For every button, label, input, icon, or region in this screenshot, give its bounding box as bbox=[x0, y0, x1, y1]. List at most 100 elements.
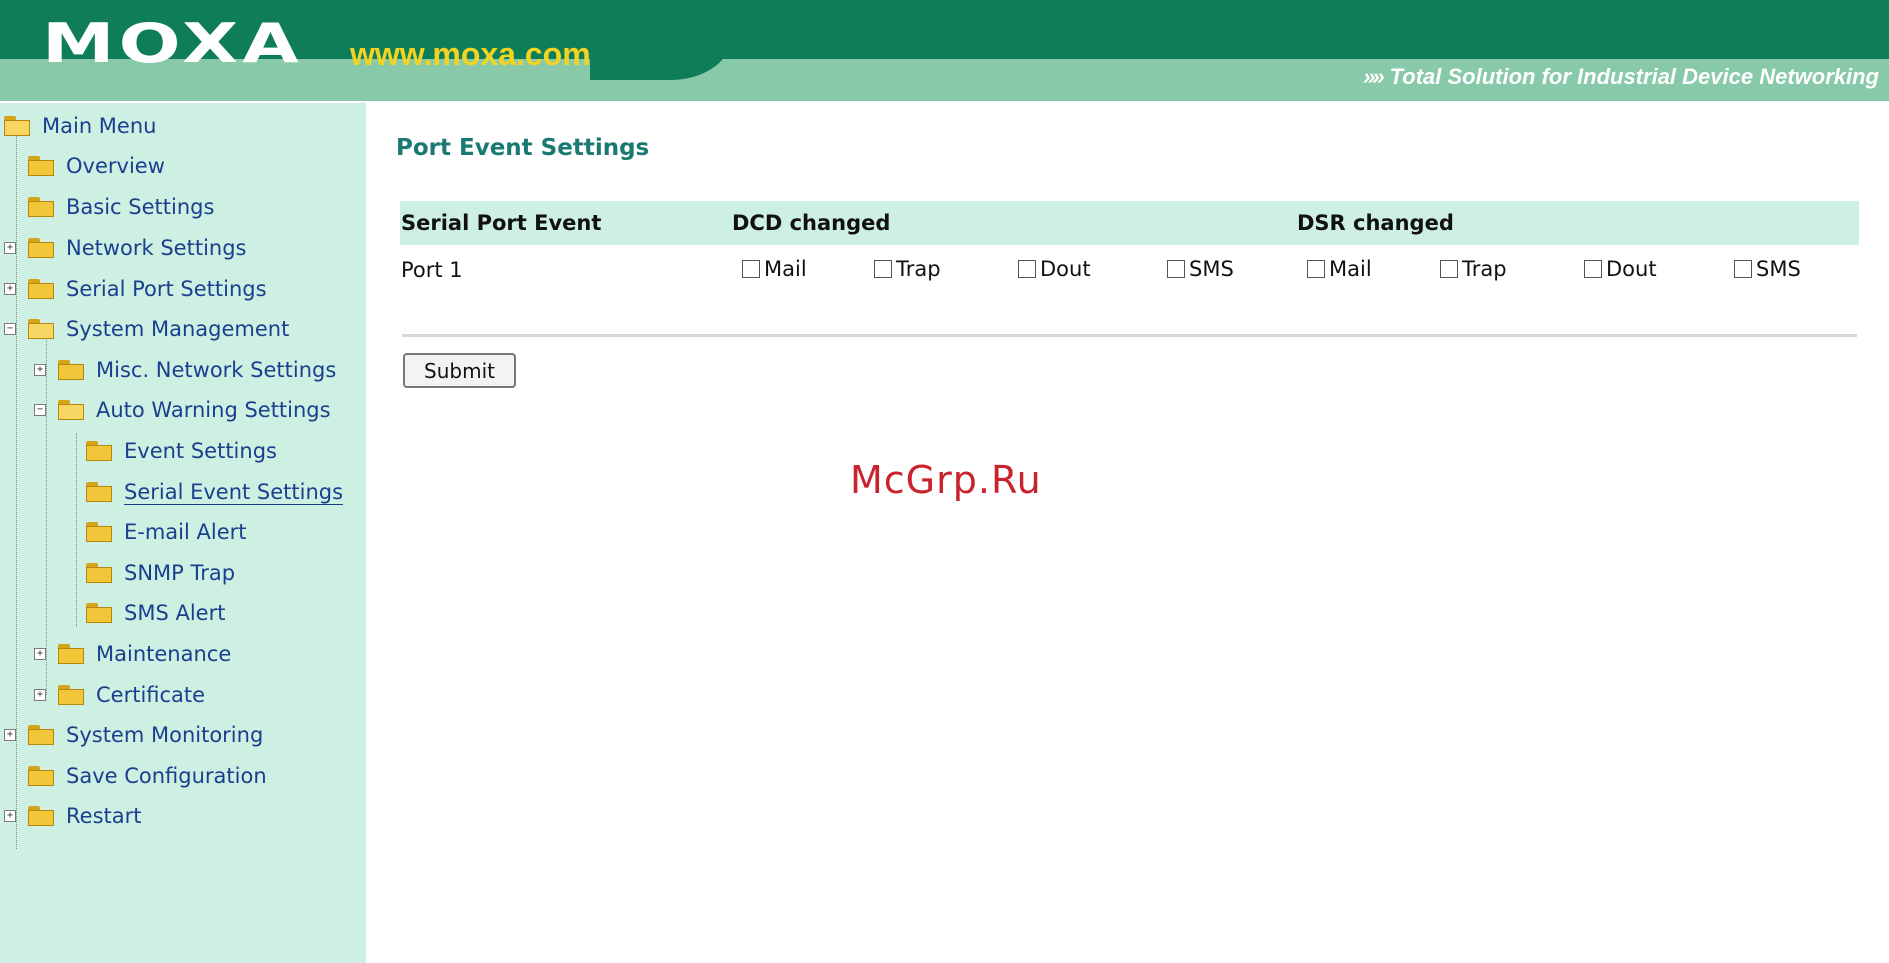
sidebar-item-label: Basic Settings bbox=[66, 195, 215, 219]
folder-icon bbox=[86, 563, 112, 583]
checkbox-label: SMS bbox=[1756, 257, 1801, 281]
sidebar-item-snmp-trap[interactable]: SNMP Trap bbox=[86, 558, 235, 588]
sidebar-item-label: Save Configuration bbox=[66, 764, 267, 788]
checkbox-label: Trap bbox=[896, 257, 941, 281]
folder-icon bbox=[28, 197, 54, 217]
checkbox-label: Trap bbox=[1462, 257, 1507, 281]
page-title: Port Event Settings bbox=[396, 135, 650, 161]
collapse-icon[interactable]: − bbox=[4, 323, 16, 335]
collapse-icon[interactable]: − bbox=[34, 404, 46, 416]
sidebar-item-serial-event-settings[interactable]: Serial Event Settings bbox=[86, 477, 344, 507]
checkbox-icon[interactable] bbox=[1584, 260, 1602, 278]
expand-icon[interactable]: + bbox=[34, 648, 46, 660]
dsr-sms-checkbox[interactable]: SMS bbox=[1734, 257, 1801, 281]
tree-guide-line bbox=[16, 129, 17, 849]
column-header-dsr-changed: DSR changed bbox=[1297, 211, 1454, 235]
sidebar-item-label: Auto Warning Settings bbox=[96, 398, 331, 422]
column-header-dcd-changed: DCD changed bbox=[732, 211, 891, 235]
double-arrow-icon: »» bbox=[1363, 64, 1385, 89]
header-banner: MOXA www.moxa.com »» Total Solution for I… bbox=[0, 0, 1889, 101]
sidebar-item-label: SMS Alert bbox=[124, 601, 226, 625]
checkbox-icon[interactable] bbox=[1018, 260, 1036, 278]
sidebar-item-sms-alert[interactable]: SMS Alert bbox=[86, 598, 225, 628]
folder-icon bbox=[28, 156, 54, 176]
checkbox-label: Dout bbox=[1606, 257, 1657, 281]
dsr-mail-checkbox[interactable]: Mail bbox=[1307, 257, 1372, 281]
expand-icon[interactable]: + bbox=[4, 283, 16, 295]
sidebar-item-misc-network-settings[interactable]: Misc. Network Settings bbox=[58, 355, 336, 385]
checkbox-label: SMS bbox=[1189, 257, 1234, 281]
sidebar-item-label: Overview bbox=[66, 154, 165, 178]
table-header-row bbox=[400, 201, 1859, 245]
sidebar-item-label: System Management bbox=[66, 317, 290, 341]
dcd-trap-checkbox[interactable]: Trap bbox=[874, 257, 941, 281]
tagline: »» Total Solution for Industrial Device N… bbox=[1363, 64, 1879, 90]
checkbox-label: Mail bbox=[1329, 257, 1372, 281]
sidebar-item-overview[interactable]: Overview bbox=[28, 151, 165, 181]
sidebar-item-maintenance[interactable]: Maintenance bbox=[58, 639, 231, 669]
expand-icon[interactable]: + bbox=[34, 364, 46, 376]
sidebar-item-label: Serial Event Settings bbox=[124, 479, 344, 505]
folder-icon bbox=[58, 644, 84, 664]
sidebar-item-label: Event Settings bbox=[124, 439, 277, 463]
folder-icon bbox=[28, 766, 54, 786]
folder-icon bbox=[86, 603, 112, 623]
sidebar-item-label: Certificate bbox=[96, 683, 206, 707]
dsr-trap-checkbox[interactable]: Trap bbox=[1440, 257, 1507, 281]
tagline-text: Total Solution for Industrial Device Net… bbox=[1389, 64, 1879, 89]
sidebar-item-auto-warning-settings[interactable]: Auto Warning Settings bbox=[58, 395, 331, 425]
sidebar-item-main-menu[interactable]: Main Menu bbox=[4, 111, 156, 141]
sidebar-item-event-settings[interactable]: Event Settings bbox=[86, 436, 277, 466]
sidebar-item-serial-port-settings[interactable]: Serial Port Settings bbox=[28, 274, 267, 304]
moxa-logo: MOXA bbox=[42, 12, 303, 75]
folder-icon bbox=[86, 482, 112, 502]
sidebar-item-label: SNMP Trap bbox=[124, 561, 236, 585]
sidebar-item-email-alert[interactable]: E-mail Alert bbox=[86, 517, 247, 547]
sidebar-item-restart[interactable]: Restart bbox=[28, 801, 141, 831]
tree-guide-line bbox=[76, 433, 77, 627]
folder-icon bbox=[28, 279, 54, 299]
dcd-mail-checkbox[interactable]: Mail bbox=[742, 257, 807, 281]
expand-icon[interactable]: + bbox=[34, 689, 46, 701]
sidebar-item-label: E-mail Alert bbox=[124, 520, 247, 544]
folder-icon bbox=[86, 441, 112, 461]
expand-icon[interactable]: + bbox=[4, 729, 16, 741]
expand-icon[interactable]: + bbox=[4, 242, 16, 254]
port-label: Port 1 bbox=[401, 258, 463, 282]
watermark: McGrp.Ru bbox=[850, 458, 1042, 502]
sidebar-item-label: Restart bbox=[66, 804, 142, 828]
checkbox-icon[interactable] bbox=[742, 260, 760, 278]
site-url: www.moxa.com bbox=[350, 36, 591, 72]
sidebar-item-label: Main Menu bbox=[42, 114, 157, 138]
sidebar-item-network-settings[interactable]: Network Settings bbox=[28, 233, 247, 263]
header-curve bbox=[590, 40, 730, 80]
checkbox-icon[interactable] bbox=[1307, 260, 1325, 278]
checkbox-icon[interactable] bbox=[874, 260, 892, 278]
checkbox-icon[interactable] bbox=[1167, 260, 1185, 278]
column-header-serial-port-event: Serial Port Event bbox=[401, 211, 602, 235]
checkbox-icon[interactable] bbox=[1734, 260, 1752, 278]
folder-open-icon bbox=[58, 400, 84, 420]
sidebar-item-system-monitoring[interactable]: System Monitoring bbox=[28, 720, 263, 750]
sidebar-item-label: Serial Port Settings bbox=[66, 277, 267, 301]
sidebar-item-basic-settings[interactable]: Basic Settings bbox=[28, 192, 214, 222]
checkbox-label: Mail bbox=[764, 257, 807, 281]
folder-icon bbox=[86, 522, 112, 542]
dcd-dout-checkbox[interactable]: Dout bbox=[1018, 257, 1091, 281]
dsr-dout-checkbox[interactable]: Dout bbox=[1584, 257, 1657, 281]
sidebar-item-system-management[interactable]: System Management bbox=[28, 314, 289, 344]
folder-icon bbox=[28, 725, 54, 745]
sidebar-item-label: Maintenance bbox=[96, 642, 232, 666]
tree-guide-line bbox=[46, 333, 47, 695]
expand-icon[interactable]: + bbox=[4, 810, 16, 822]
sidebar-item-save-configuration[interactable]: Save Configuration bbox=[28, 761, 267, 791]
folder-open-icon bbox=[28, 319, 54, 339]
sidebar-item-certificate[interactable]: Certificate bbox=[58, 680, 205, 710]
sidebar-menu: Main Menu Overview Basic Settings + Netw… bbox=[0, 103, 366, 963]
checkbox-icon[interactable] bbox=[1440, 260, 1458, 278]
folder-icon bbox=[28, 238, 54, 258]
sidebar-item-label: System Monitoring bbox=[66, 723, 264, 747]
dcd-sms-checkbox[interactable]: SMS bbox=[1167, 257, 1234, 281]
folder-icon bbox=[58, 360, 84, 380]
submit-button[interactable]: Submit bbox=[403, 353, 516, 388]
